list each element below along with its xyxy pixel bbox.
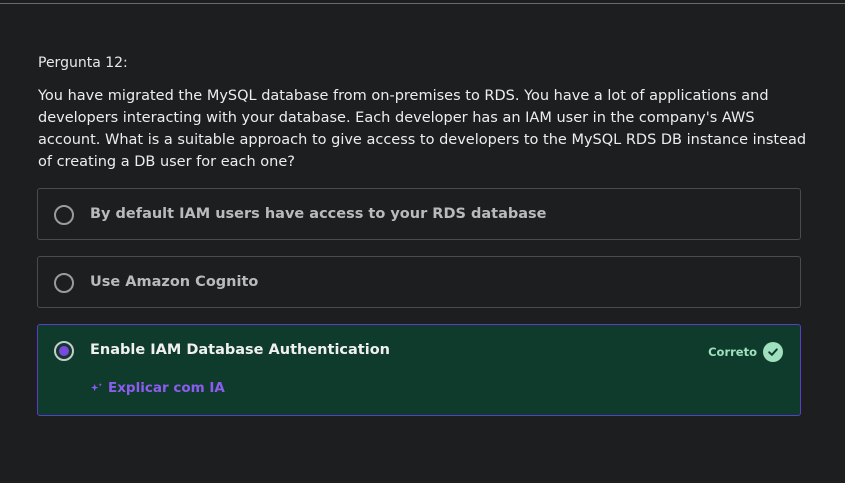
answer-option-label: Use Amazon Cognito: [90, 274, 259, 290]
question-text: You have migrated the MySQL database fro…: [38, 88, 807, 170]
sparkle-icon: [90, 382, 103, 391]
explain-with-ai-link[interactable]: Explicar com IA: [90, 380, 225, 396]
top-divider: [0, 0, 845, 4]
correct-badge: Correto: [708, 342, 783, 362]
question-number: Pergunta 12:: [38, 55, 128, 71]
answer-option-label: Enable IAM Database Authentication: [90, 342, 390, 358]
answer-option-2[interactable]: Use Amazon Cognito: [37, 256, 801, 308]
radio-button[interactable]: [54, 273, 74, 293]
answer-option-1[interactable]: By default IAM users have access to your…: [37, 188, 801, 240]
radio-button[interactable]: [54, 205, 74, 225]
explain-with-ai-label: Explicar com IA: [108, 380, 225, 396]
check-circle-icon: [763, 342, 783, 362]
answer-option-label: By default IAM users have access to your…: [90, 206, 547, 222]
radio-button-selected[interactable]: [54, 341, 74, 361]
correct-label: Correto: [708, 345, 757, 359]
answer-option-3-selected[interactable]: Enable IAM Database Authentication Corre…: [37, 324, 801, 416]
